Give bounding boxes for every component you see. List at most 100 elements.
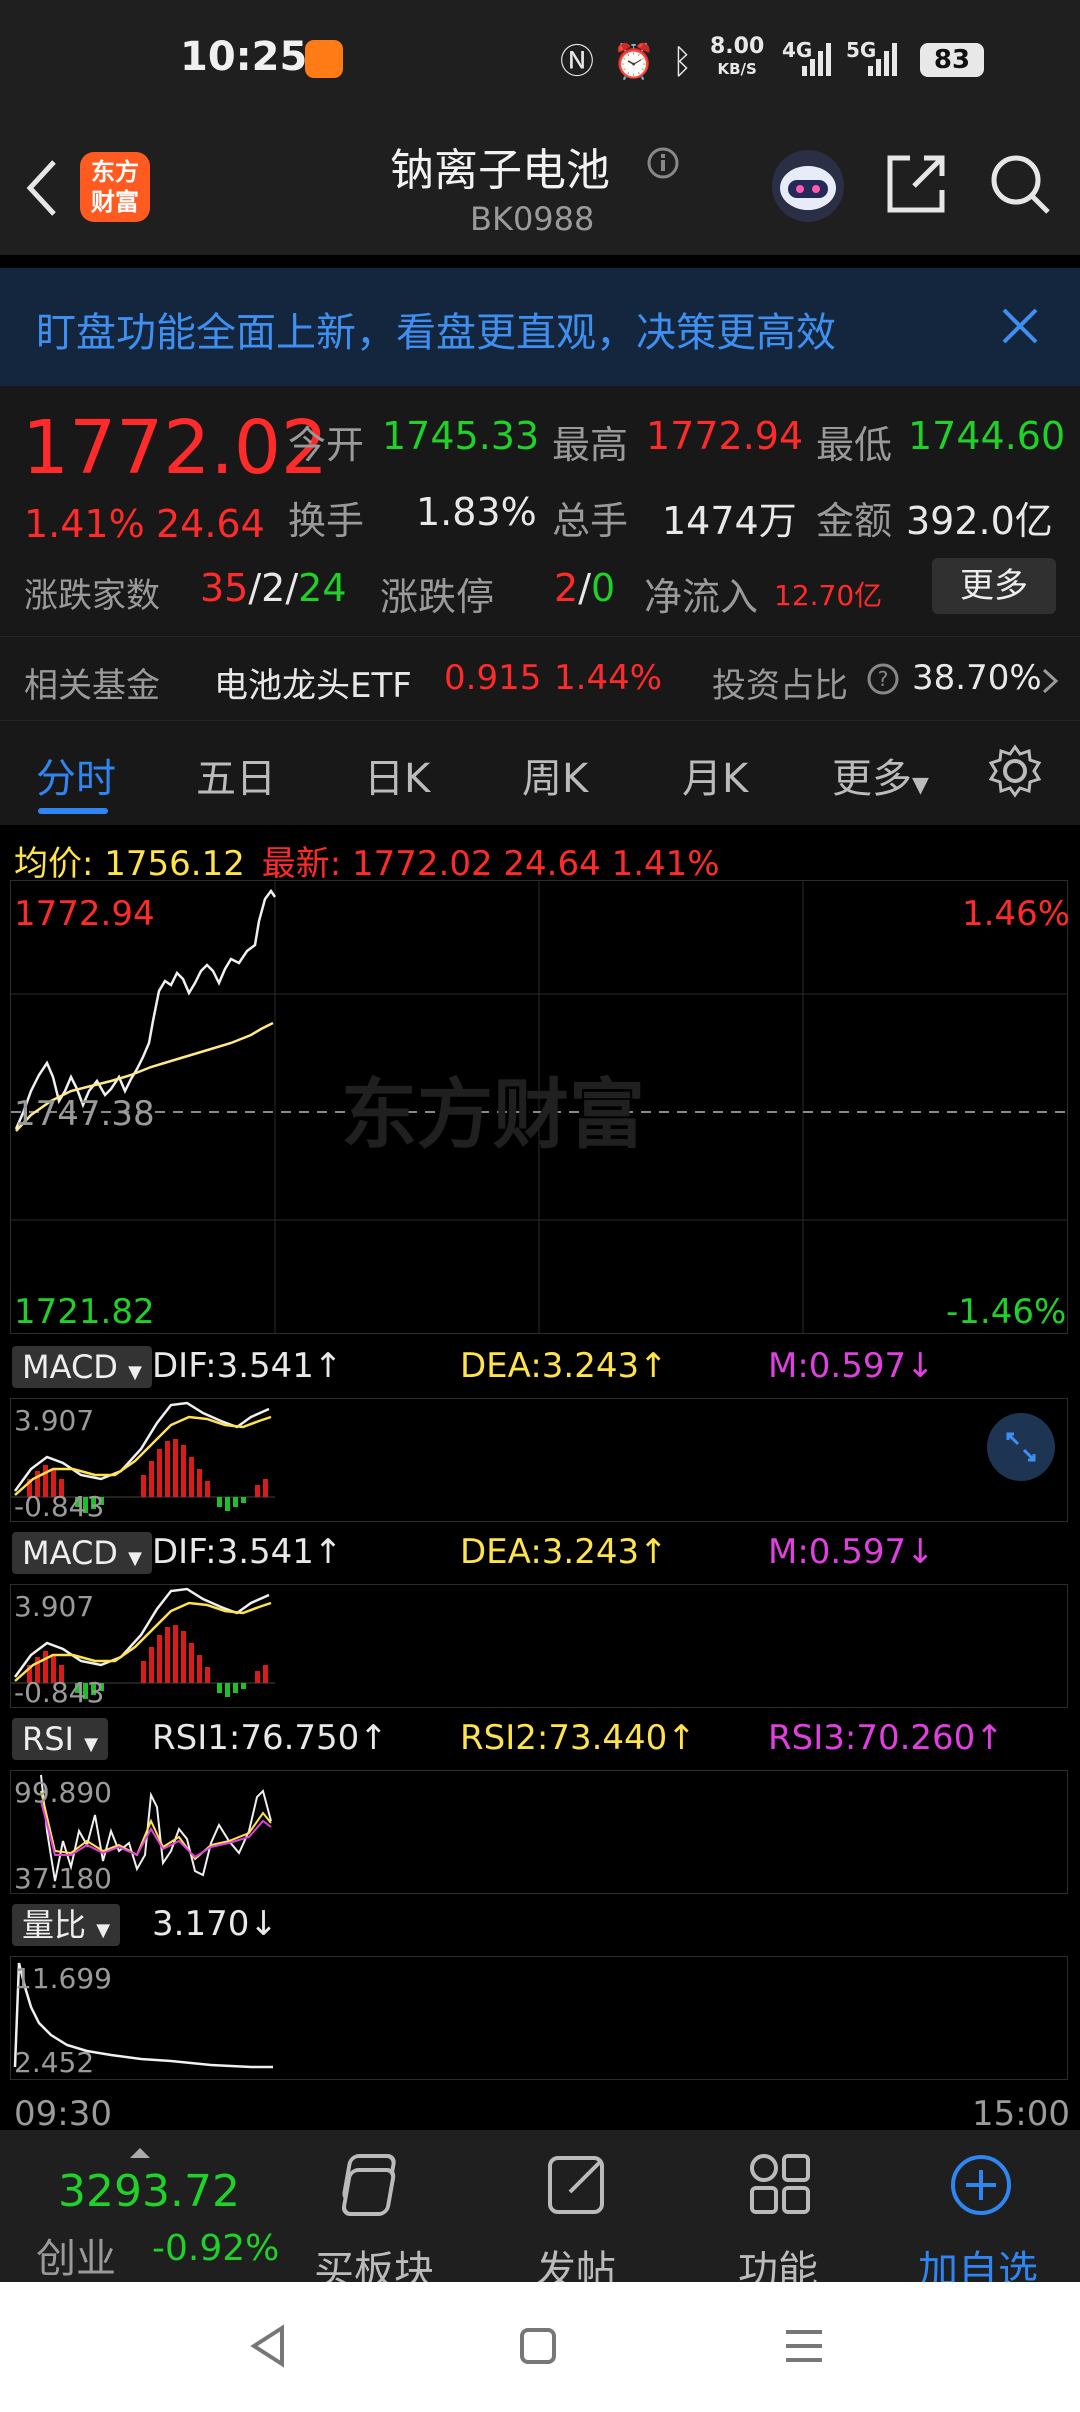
watermark-text: 东方财富 xyxy=(341,1070,645,1159)
netflow-label: 净流入 xyxy=(644,575,759,619)
macd-selector-1[interactable]: MACD ▼ xyxy=(12,1346,152,1388)
tab-weekly-k[interactable]: 周K xyxy=(522,746,588,804)
limit-values: 2/0 xyxy=(554,566,616,610)
macd1-top-value: 3.907 xyxy=(14,1404,95,1437)
high-value: 1772.94 xyxy=(646,414,804,458)
open-label: 今开 xyxy=(288,423,365,467)
expand-icon[interactable] xyxy=(986,1412,1056,1482)
sector-code: BK0988 xyxy=(470,200,595,238)
svg-text:?: ? xyxy=(878,667,889,691)
net-speed: 8.00 KB/S xyxy=(710,34,765,79)
volume-value: 1474万 xyxy=(662,499,797,543)
back-icon[interactable] xyxy=(22,156,62,220)
macd2-dea: DEA:3.243↑ xyxy=(460,1532,668,1572)
system-home-icon[interactable] xyxy=(518,2326,558,2366)
dropdown-icon: ▼ xyxy=(84,1734,98,1755)
rsi-selector[interactable]: RSI ▼ xyxy=(12,1718,108,1760)
tab-underline xyxy=(38,808,108,814)
add-watchlist-icon[interactable] xyxy=(946,2150,1016,2220)
tab-five-day[interactable]: 五日 xyxy=(196,746,276,804)
index-pct[interactable]: -0.92% xyxy=(152,2228,279,2269)
app-notification-icon xyxy=(305,40,343,78)
breadth-label: 涨跌家数 xyxy=(24,576,160,616)
change-pct: 1.41% xyxy=(24,502,145,546)
macd-chart-1-svg xyxy=(11,1401,275,1513)
banner-text: 盯盘功能全面上新，看盘更直观，决策更高效 xyxy=(36,310,836,356)
intraday-chart[interactable]: 东方财富 xyxy=(10,880,1068,1334)
volume-ratio-selector[interactable]: 量比 ▼ xyxy=(12,1904,121,1946)
index-name[interactable]: 创业 xyxy=(36,2226,116,2284)
nfc-icon: Ⓝ xyxy=(560,42,594,82)
share-icon[interactable] xyxy=(884,152,948,216)
tab-monthly-k[interactable]: 月K xyxy=(682,746,748,804)
rsi-chart-svg xyxy=(40,1774,272,1882)
rsi3-value: RSI3:70.260↑ xyxy=(768,1718,1004,1758)
macd-chart-1[interactable] xyxy=(10,1398,1068,1522)
chart-mid-price: 1747.38 xyxy=(14,1094,155,1134)
more-button[interactable]: 更多 xyxy=(932,558,1056,614)
turnover-value: 1.83% xyxy=(416,490,537,534)
volume-ratio-top: 11.699 xyxy=(14,1962,112,1995)
close-icon[interactable] xyxy=(1000,306,1040,346)
index-value[interactable]: 3293.72 xyxy=(58,2166,240,2217)
low-value: 1744.60 xyxy=(908,414,1066,458)
netflow-value: 12.70亿 xyxy=(774,579,883,612)
macd-selector-2[interactable]: MACD ▼ xyxy=(12,1532,152,1574)
tab-more[interactable]: 更多▼ xyxy=(832,746,929,804)
system-back-icon[interactable] xyxy=(248,2324,288,2368)
rsi1-value: RSI1:76.750↑ xyxy=(152,1718,388,1758)
function-icon[interactable] xyxy=(746,2150,816,2220)
macd-chart-2[interactable] xyxy=(10,1584,1068,1708)
volume-ratio-chart[interactable] xyxy=(10,1956,1068,2080)
volume-ratio-bottom: 2.452 xyxy=(14,2046,95,2079)
app-logo[interactable]: 东方 财富 xyxy=(80,152,150,222)
volume-ratio-chart-svg xyxy=(13,1962,273,2069)
fund-price: 0.915 xyxy=(444,658,542,698)
bluetooth-icon: ᛒ xyxy=(671,42,693,82)
status-icons: Ⓝ ⏰ ᛒ xyxy=(560,34,692,83)
dropdown-icon: ▼ xyxy=(912,773,929,798)
volume-ratio-value: 3.170↓ xyxy=(152,1904,278,1944)
chevron-up-icon[interactable] xyxy=(128,2146,152,2160)
low-label: 最低 xyxy=(816,423,893,467)
chevron-right-icon[interactable] xyxy=(1040,666,1060,696)
change-value: 24.64 xyxy=(156,502,265,546)
macd-chart-2-svg xyxy=(11,1587,275,1699)
macd1-dea: DEA:3.243↑ xyxy=(460,1346,668,1386)
breadth-values: 35/2/24 xyxy=(200,566,347,610)
help-icon[interactable]: ? xyxy=(866,662,900,696)
post-icon[interactable] xyxy=(544,2150,614,2220)
chart-top-price: 1772.94 xyxy=(14,894,155,934)
high-label: 最高 xyxy=(552,423,629,467)
time-start: 09:30 xyxy=(14,2094,112,2134)
search-icon[interactable] xyxy=(988,152,1052,216)
tab-daily-k[interactable]: 日K xyxy=(364,746,430,804)
time-end: 15:00 xyxy=(972,2094,1070,2134)
info-icon[interactable] xyxy=(646,146,680,180)
ratio-label: 投资占比 xyxy=(712,666,848,706)
intraday-chart-svg: 东方财富 xyxy=(11,881,1067,1333)
dropdown-icon: ▼ xyxy=(96,1920,111,1941)
turnover-label: 换手 xyxy=(288,499,365,543)
system-menu-icon[interactable] xyxy=(784,2326,824,2366)
macd2-dif: DIF:3.541↑ xyxy=(152,1532,343,1572)
rsi-top-value: 99.890 xyxy=(14,1776,112,1809)
tab-intraday[interactable]: 分时 xyxy=(36,746,116,804)
gear-icon[interactable] xyxy=(988,744,1042,798)
macd2-m: M:0.597↓ xyxy=(768,1532,935,1572)
alarm-icon: ⏰ xyxy=(612,42,656,82)
open-value: 1745.33 xyxy=(382,414,540,458)
rsi-chart[interactable] xyxy=(10,1770,1068,1894)
macd2-top-value: 3.907 xyxy=(14,1590,95,1623)
macd1-dif: DIF:3.541↑ xyxy=(152,1346,343,1386)
buy-sector-icon[interactable] xyxy=(336,2150,406,2220)
amount-label: 金额 xyxy=(816,499,893,543)
limit-label: 涨跌停 xyxy=(380,575,495,619)
chart-bottom-price: 1721.82 xyxy=(14,1292,155,1332)
signal-icon-2 xyxy=(868,43,897,76)
signal-icon-1 xyxy=(802,43,831,76)
robot-assistant-icon[interactable] xyxy=(768,146,848,226)
ratio-value: 38.70% xyxy=(912,658,1042,698)
dropdown-icon: ▼ xyxy=(128,1548,142,1569)
fund-name: 电池龙头ETF xyxy=(214,666,412,706)
